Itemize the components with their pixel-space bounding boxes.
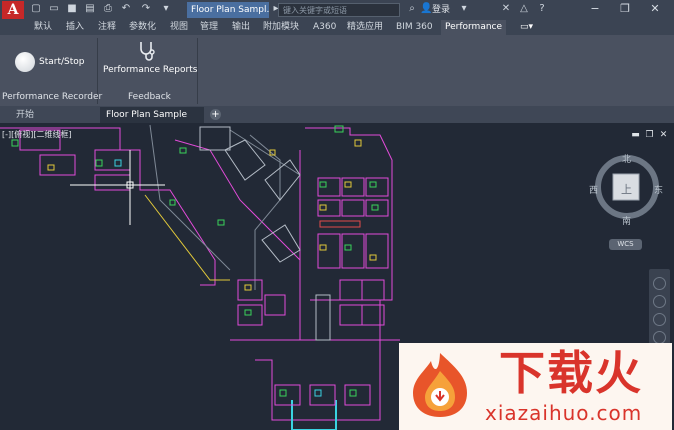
exchange-icon[interactable]: ✕ <box>500 3 512 15</box>
user-icon[interactable]: 👤 <box>420 3 432 15</box>
viewport-minimize-icon[interactable]: ▬ <box>631 131 640 140</box>
search-input[interactable]: 键入关键字或短语 <box>278 3 400 17</box>
tab-a360[interactable]: A360 <box>313 20 336 35</box>
tab-start-label: 开始 <box>16 110 35 120</box>
minimize-icon[interactable]: − <box>588 2 602 16</box>
help-icon[interactable]: ? <box>536 3 548 15</box>
tab-drawing-label: Floor Plan Sample <box>106 110 188 120</box>
viewport-close-icon[interactable]: ✕ <box>659 131 668 140</box>
new-icon[interactable]: ▢ <box>30 3 42 15</box>
login-dropdown-icon[interactable]: ▾ <box>458 3 470 15</box>
viewcube-south[interactable]: 南 <box>622 214 631 227</box>
pan-icon[interactable] <box>653 295 666 308</box>
start-stop-label[interactable]: Start/Stop <box>39 57 84 67</box>
watermark-url: xiazaihuo.com <box>485 401 643 425</box>
tab-featured-apps[interactable]: 精选应用 <box>347 20 383 35</box>
tab-insert[interactable]: 插入 <box>66 20 84 35</box>
restore-icon[interactable]: ❐ <box>618 2 632 16</box>
plot-icon[interactable]: ⎙ <box>102 3 114 15</box>
tab-drawing[interactable]: Floor Plan Sample✕ <box>100 107 204 136</box>
close-icon[interactable]: ✕ <box>648 2 662 16</box>
ribbon-tabs: 默认 插入 注释 参数化 视图 管理 输出 附加模块 A360 精选应用 BIM… <box>0 20 674 35</box>
viewport-label[interactable]: [-][俯视][二维线框] <box>2 129 72 140</box>
tab-performance[interactable]: Performance <box>441 20 507 35</box>
redo-icon[interactable]: ↷ <box>140 3 152 15</box>
tab-start[interactable]: 开始 <box>10 107 40 123</box>
a360-icon[interactable]: △ <box>518 3 530 15</box>
steering-wheel-icon[interactable] <box>653 277 666 290</box>
title-bar: A ▢ ▭ ■ ▤ ⎙ ↶ ↷ ▾ Floor Plan Sampl... ▸ … <box>0 0 674 20</box>
wcs-menu[interactable]: WCS <box>609 239 642 250</box>
tab-addins[interactable]: 附加模块 <box>263 20 299 35</box>
tab-view[interactable]: 视图 <box>170 20 188 35</box>
document-title: Floor Plan Sampl... <box>187 2 269 18</box>
search-icon[interactable]: ⌕ <box>406 3 418 15</box>
navigation-bar <box>649 269 670 349</box>
start-stop-button[interactable] <box>15 52 35 72</box>
app-menu-button[interactable]: A <box>2 1 24 19</box>
file-tabs: 开始 Floor Plan Sample✕ + <box>0 106 674 136</box>
saveas-icon[interactable]: ▤ <box>84 3 96 15</box>
ribbon-options-icon[interactable]: ▭▾ <box>520 20 533 35</box>
panel-divider <box>197 38 198 104</box>
viewcube-west[interactable]: 西 <box>589 183 598 196</box>
viewcube-north[interactable]: 北 <box>622 152 631 165</box>
new-tab-button[interactable]: + <box>210 109 221 120</box>
tab-output[interactable]: 输出 <box>232 20 250 35</box>
save-icon[interactable]: ■ <box>66 3 78 15</box>
viewcube-east[interactable]: 东 <box>654 183 663 196</box>
open-icon[interactable]: ▭ <box>48 3 60 15</box>
flame-logo-icon <box>413 353 467 417</box>
panel-title-feedback: Feedback <box>128 92 171 102</box>
panel-title-recorder: Performance Recorder <box>2 92 103 102</box>
watermark: 下载火 xiazaihuo.com <box>399 343 672 430</box>
viewcube-top[interactable]: 上 <box>621 181 632 197</box>
tab-bim360[interactable]: BIM 360 <box>396 20 433 35</box>
tab-parametric[interactable]: 参数化 <box>129 20 156 35</box>
tab-annotate[interactable]: 注释 <box>98 20 116 35</box>
performance-reports-button[interactable]: Performance Reports <box>103 65 197 75</box>
tab-default[interactable]: 默认 <box>34 20 52 35</box>
watermark-main-text: 下载火 <box>499 346 643 400</box>
stethoscope-icon[interactable] <box>136 40 158 62</box>
zoom-icon[interactable] <box>653 313 666 326</box>
share-icon[interactable]: ▾ <box>160 3 172 15</box>
tab-manage[interactable]: 管理 <box>200 20 218 35</box>
login-link[interactable]: 登录 <box>432 3 450 17</box>
viewcube[interactable]: 北 南 东 西 上 <box>589 150 663 227</box>
viewport-restore-icon[interactable]: ❐ <box>645 131 654 140</box>
undo-icon[interactable]: ↶ <box>120 3 132 15</box>
